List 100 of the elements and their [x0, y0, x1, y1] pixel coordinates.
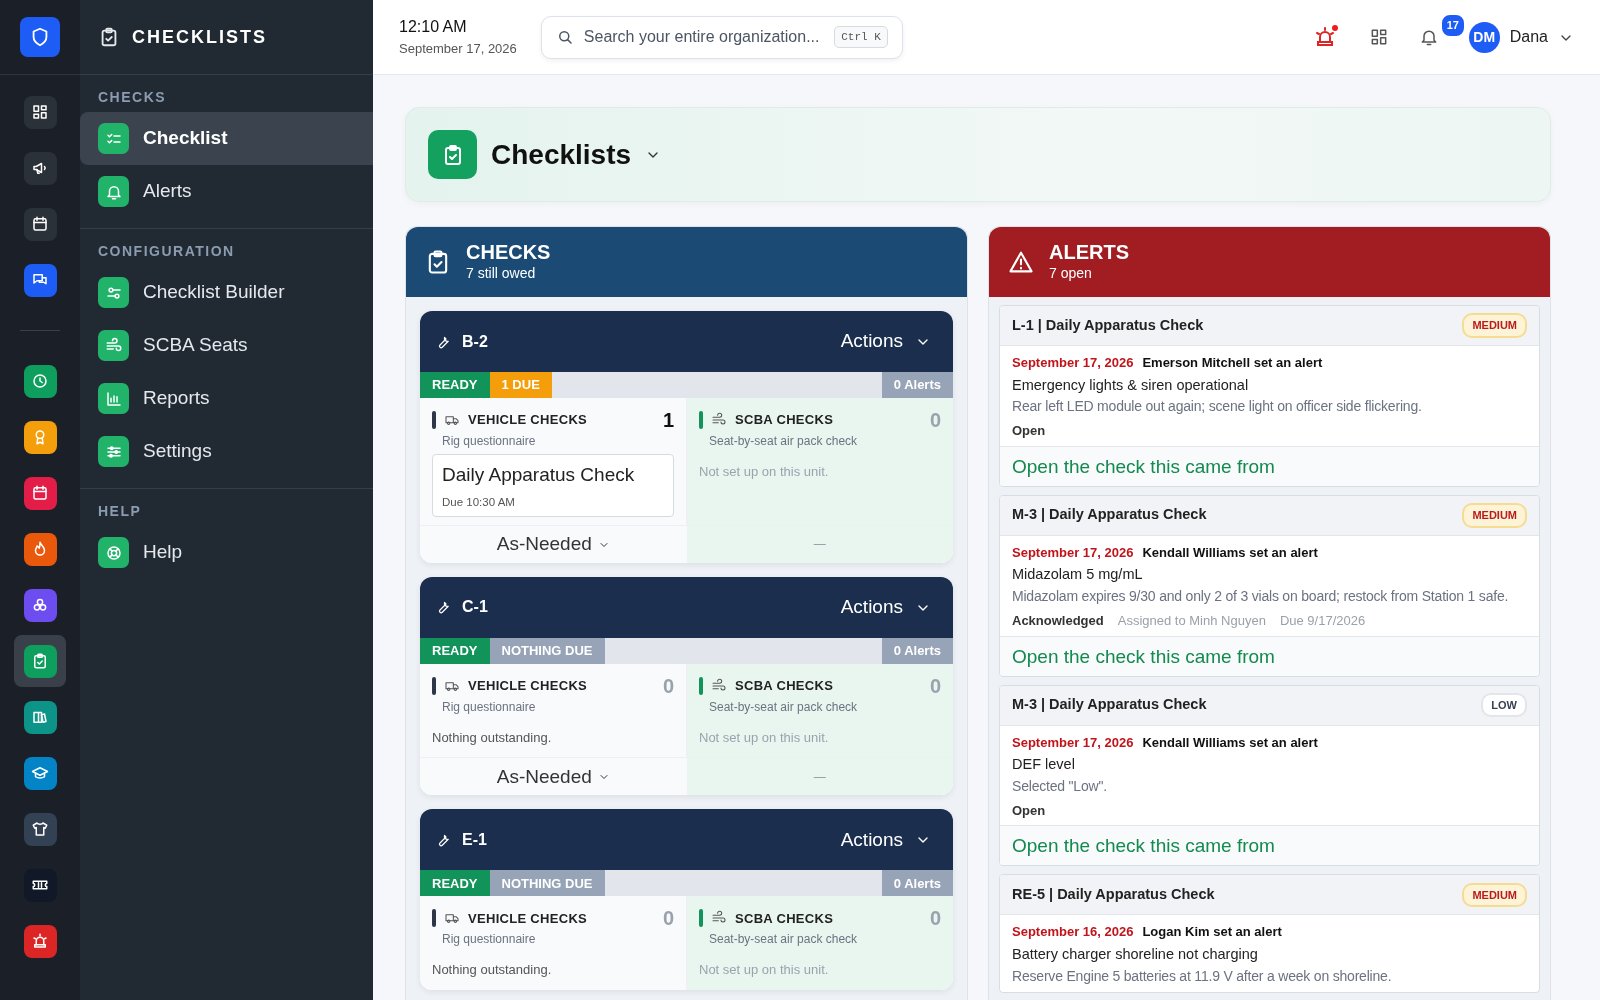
count: 0 [929, 906, 941, 932]
alert-title: RE-5 | Daily Apparatus Check [1012, 884, 1215, 904]
rail-app-button[interactable] [23, 420, 57, 454]
section-title: VEHICLE CHECKS [468, 909, 588, 928]
indicator-bar [699, 676, 703, 695]
source-check-link[interactable]: Open the check this came from [1000, 825, 1539, 866]
sidebar-item[interactable]: Settings [80, 425, 373, 478]
rail-app-button[interactable] [23, 207, 57, 241]
wind-icon [711, 677, 727, 694]
rail-app-button[interactable] [23, 700, 57, 734]
sidebar-item[interactable]: Checklist [80, 112, 373, 165]
actions-dropdown[interactable]: Actions [840, 327, 931, 356]
indicator-bar [432, 909, 436, 928]
actions-dropdown[interactable]: Actions [840, 593, 931, 622]
count: 0 [662, 673, 674, 699]
indicator-bar [432, 676, 436, 695]
count: 0 [662, 906, 674, 932]
sidebar-item[interactable]: SCBA Seats [80, 319, 373, 372]
section-title: VEHICLE CHECKS [468, 677, 588, 695]
alert-item: Emergency lights & siren operational [1012, 375, 1250, 395]
section-subtitle: Rig questionnaire [441, 433, 537, 450]
section-title: SCBA CHECKS [735, 677, 834, 695]
rail-app-button[interactable] [23, 263, 57, 297]
avatar: DM [1468, 21, 1500, 53]
user-menu[interactable]: DM Dana [1468, 21, 1574, 53]
severity-tag: MEDIUM [1462, 882, 1527, 907]
alert-status: Acknowledged [1012, 612, 1104, 630]
alert-date: September 17, 2026 [1012, 543, 1134, 562]
status-tag: READY [420, 372, 490, 398]
alert-status: Open [1012, 422, 1046, 441]
alert-title: M-3 | Daily Apparatus Check [1012, 505, 1207, 525]
alert-author: Kendall Williams set an alert [1142, 733, 1318, 752]
placeholder-dash: — [813, 768, 826, 786]
section-subtitle: Rig questionnaire [441, 698, 537, 716]
due-tag: NOTHING DUE [489, 637, 605, 664]
empty-note: Nothing outstanding. [432, 728, 553, 747]
empty-note: Not set up on this unit. [699, 728, 830, 747]
count: 0 [929, 408, 941, 433]
source-check-link[interactable]: Open the check this came from [1000, 445, 1539, 486]
logo[interactable] [20, 17, 60, 57]
checklist-item[interactable]: Daily Apparatus Check Due 10:30 AM [432, 454, 674, 517]
rail-app-button[interactable] [23, 532, 57, 566]
due-date: Due 9/17/2026 [1279, 612, 1366, 630]
graduation-cap-icon [31, 764, 49, 782]
due-tag: 1 DUE [489, 372, 552, 398]
placeholder-dash: — [813, 536, 826, 554]
rail-app-button[interactable] [23, 364, 57, 398]
severity-tag: MEDIUM [1462, 503, 1527, 528]
rail-app-button[interactable] [23, 812, 57, 846]
sidebar-title: CHECKLISTS [132, 25, 267, 49]
sidebar-item[interactable]: Checklist Builder [80, 266, 373, 319]
count: 0 [929, 673, 941, 699]
sidebar-item[interactable]: Help [80, 526, 373, 579]
search-bar[interactable]: Search your entire organization... Ctrl K [540, 15, 903, 59]
section-subtitle: Seat-by-seat air pack check [708, 698, 859, 716]
section-heading: HELP [97, 502, 143, 521]
alert-item: Midazolam 5 mg/mL [1012, 565, 1144, 585]
alert-note: Reserve Engine 5 batteries at 11.9 V after a week on shoreline. [1012, 966, 1393, 986]
lifebuoy-icon [104, 543, 123, 562]
rail-app-button[interactable] [23, 644, 57, 678]
source-check-link[interactable]: Open the check this came from [1000, 635, 1539, 676]
empty-note: Not set up on this unit. [699, 463, 830, 481]
cubes-icon [31, 596, 49, 614]
alert-author: Emerson Mitchell set an alert [1142, 354, 1323, 372]
section-title: SCBA CHECKS [735, 411, 834, 430]
rail-app-button[interactable] [23, 95, 57, 129]
rail-app-button[interactable] [23, 924, 57, 958]
user-name: Dana [1509, 27, 1548, 47]
rail-app-button[interactable] [23, 588, 57, 622]
page-title: Checklists [491, 137, 632, 172]
sidebar-item[interactable]: Alerts [80, 165, 373, 218]
clock-time: 12:10 AM [399, 17, 468, 38]
alert-note: Midazolam expires 9/30 and only 2 of 3 vials on board; restock from Station 1 safe. [1012, 587, 1510, 606]
alert-date: September 17, 2026 [1012, 354, 1134, 372]
empty-note: Not set up on this unit. [699, 961, 830, 980]
rail-app-button[interactable] [23, 476, 57, 510]
alert-note: Rear left LED module out again; scene light on officer side flickering. [1012, 397, 1423, 417]
alert-title: L-1 | Daily Apparatus Check [1012, 315, 1204, 335]
assignee: Assigned to Minh Nguyen [1117, 612, 1266, 630]
clipboard-check-icon [31, 652, 49, 670]
sidebar-item[interactable]: Reports [80, 372, 373, 425]
section-title: VEHICLE CHECKS [468, 411, 588, 430]
status-tag: READY [420, 870, 490, 897]
unit-name: C-1 [462, 597, 488, 618]
alert-status: Open [1012, 801, 1046, 820]
rail-app-button[interactable] [23, 756, 57, 790]
unit-name: B-2 [462, 331, 488, 352]
rail-app-button[interactable] [23, 151, 57, 185]
alert-count-tag: 0 Alerts [881, 870, 953, 897]
actions-dropdown[interactable]: Actions [840, 825, 931, 854]
alert-date: September 16, 2026 [1012, 923, 1134, 942]
count: 1 [662, 408, 674, 433]
severity-tag: MEDIUM [1462, 313, 1527, 338]
siren-icon [31, 932, 49, 950]
alert-title: M-3 | Daily Apparatus Check [1012, 695, 1207, 715]
rail-app-button[interactable] [23, 868, 57, 902]
panel-title: ALERTS [1049, 240, 1129, 263]
search-field[interactable]: Search your entire organization... [581, 24, 827, 50]
section-heading: CHECKS [97, 88, 168, 107]
grid-icon [31, 103, 49, 121]
